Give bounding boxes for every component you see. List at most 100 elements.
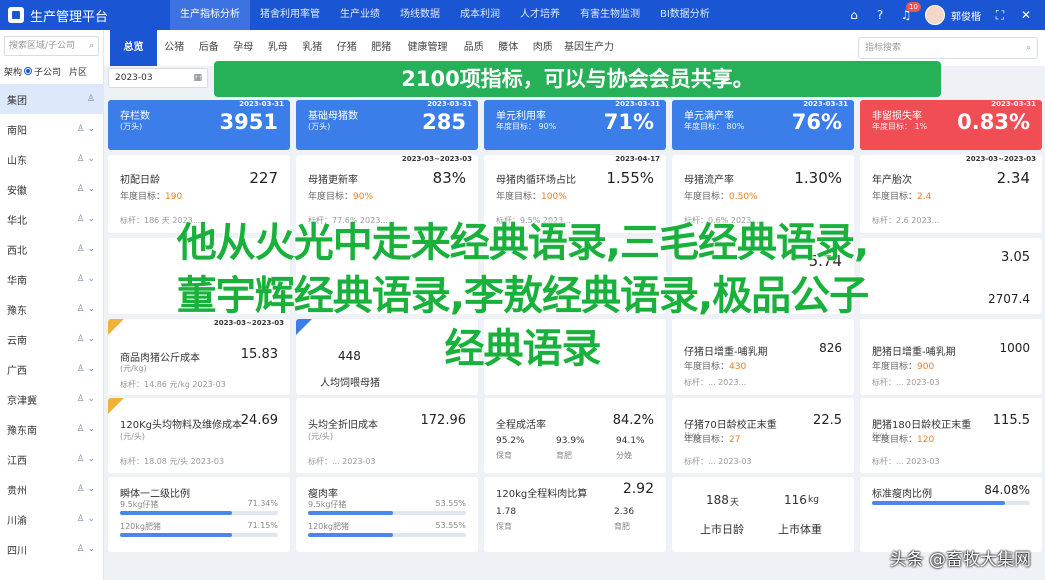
radio-area-label[interactable]: 片区 — [69, 65, 87, 78]
user-chevron-icon[interactable]: ♙ ⌄ — [77, 544, 95, 554]
radio-subsidiary[interactable] — [24, 67, 33, 75]
help-icon[interactable]: ? — [873, 8, 887, 22]
user-chevron-icon[interactable]: ♙ ⌄ — [77, 334, 95, 344]
user-chevron-icon[interactable]: ♙ ⌄ — [77, 454, 95, 464]
metric-card[interactable]: 瘦肉率 9.5kg仔猪 53.55% 120kg肥猪 53.55% — [296, 477, 478, 552]
sidebar-item[interactable]: 南阳 ♙ ⌄ — [0, 114, 103, 144]
metric-card[interactable]: 2023-03~2023-03 商品肉猪公斤成本 (元/kg) 15.83 标杆：14.… — [108, 319, 290, 395]
topnav-item-talent[interactable]: 人才培养 — [510, 0, 570, 30]
metric-card[interactable]: 448 人均饲喂母猪 — [296, 319, 478, 395]
topnav-item-pest-monitor[interactable]: 有害生物监测 — [570, 0, 650, 30]
tab-item[interactable]: 总览 — [110, 30, 157, 66]
avatar — [925, 5, 945, 25]
metric-card[interactable]: 2023-04-17 母猪肉循环场占比 1.55% 年度目标：100% 标杆：9.5% … — [484, 155, 666, 233]
metric-card-obscured[interactable] — [296, 238, 478, 314]
sidebar-item[interactable]: 江西 ♙ ⌄ — [0, 444, 103, 474]
user-chevron-icon[interactable]: ♙ ⌄ — [77, 274, 95, 284]
sidebar-item-label: 山东 — [7, 155, 27, 167]
sidebar-item[interactable]: 豫东南 ♙ ⌄ — [0, 414, 103, 444]
metric-card[interactable]: 仔猪70日龄校正末重 22.5 (kg) 年度目标：27 标杆：... 2023-03 — [672, 398, 854, 473]
kpi-card[interactable]: 2023-03-31 单元利用率 年度目标： 90% 71% — [484, 100, 666, 150]
metric-card[interactable]: 120Kg头均物料及维修成本 24.69 (元/头) 标杆：18.08 元/头 202… — [108, 398, 290, 473]
metric-card[interactable]: 初配日龄 227 年度目标：190 标杆：186 天 2023... — [108, 155, 290, 233]
metric-card-obscured[interactable]: 3.05 2707.4 — [860, 238, 1042, 314]
bar-value: 71.15% — [247, 521, 278, 530]
user-chevron-icon[interactable]: ♙ ⌄ — [77, 184, 95, 194]
kpi-card[interactable]: 2023-03-31 非留损失率 年度目标： 1% 0.83% — [860, 100, 1042, 150]
card-unit: (元/头) — [308, 432, 333, 441]
card-benchmark: 标杆：18.08 元/头 2023-03 — [120, 457, 225, 466]
card-value: 15.83 — [240, 347, 278, 362]
topnav-item-performance[interactable]: 生产业绩 — [330, 0, 390, 30]
metric-card-obscured[interactable] — [108, 238, 290, 314]
metric-card[interactable]: 肥猪日增重-哺乳期 1000 年度目标：900 标杆：... 2023-03 — [860, 319, 1042, 395]
indicator-search-input[interactable]: 指标搜索 ⌕ — [858, 37, 1038, 59]
sidebar-item[interactable]: 豫东 ♙ ⌄ — [0, 294, 103, 324]
card-title: 肥猪180日龄校正末重 — [872, 420, 972, 431]
metric-card-obscured[interactable] — [484, 238, 666, 314]
metric-card[interactable]: 头均全折旧成本 172.96 (元/头) 标杆：... 2023-03 — [296, 398, 478, 473]
region-search-input[interactable]: 搜索区域/子公司 ⌕ — [4, 36, 99, 56]
radio-subsidiary-label[interactable]: 子公司 — [34, 65, 61, 78]
user-chevron-icon[interactable]: ♙ — [87, 94, 95, 104]
kpi-card[interactable]: 2023-03-31 基础母猪数 (万头) 285 — [296, 100, 478, 150]
sidebar-item[interactable]: 京津冀 ♙ ⌄ — [0, 384, 103, 414]
tab-item[interactable]: 公猪 — [157, 30, 192, 66]
metric-card[interactable]: 120kg全程料肉比算 2.92 1.78 保育 2.36 育肥 — [484, 477, 666, 552]
user-chevron-icon[interactable]: ♙ ⌄ — [77, 424, 95, 434]
user-chevron-icon[interactable]: ♙ ⌄ — [77, 214, 95, 224]
sidebar-item[interactable]: 四川 ♙ ⌄ — [0, 534, 103, 564]
kpi-card[interactable]: 2023-03-31 单元满产率 年度目标： 80% 76% — [672, 100, 854, 150]
kpi-card[interactable]: 2023-03-31 存栏数 (万头) 3951 — [108, 100, 290, 150]
sidebar-item[interactable]: 集团 ♙ — [0, 84, 103, 114]
card-title: 非留损失率 — [872, 111, 922, 122]
bar-value: 53.55% — [435, 521, 466, 530]
sidebar-item-label: 华南 — [7, 275, 27, 287]
sidebar-item[interactable]: 贵州 ♙ ⌄ — [0, 474, 103, 504]
fullscreen-icon[interactable]: ⛶ — [993, 8, 1007, 23]
metric-card[interactable]: 标准瘦肉比例 84.08% — [860, 477, 1042, 552]
notification-icon[interactable]: ♫ 10 — [899, 2, 921, 22]
sidebar-item[interactable]: 山东 ♙ ⌄ — [0, 144, 103, 174]
sidebar-item[interactable]: 西北 ♙ ⌄ — [0, 234, 103, 264]
metric-card[interactable]: 188 天 116 kg 上市日龄 上市体重 — [672, 477, 854, 552]
user-chevron-icon[interactable]: ♙ ⌄ — [77, 484, 95, 494]
user-chevron-icon[interactable]: ♙ ⌄ — [77, 124, 95, 134]
topnav-item-cost-profit[interactable]: 成本利润 — [450, 0, 510, 30]
topnav-item-production-index[interactable]: 生产指标分析 — [170, 0, 250, 30]
date-picker[interactable]: 2023-03 ▦ — [108, 68, 208, 88]
metric-card-obscured[interactable]: 5.74 — [672, 238, 854, 314]
metric-card[interactable]: 仔猪日增重-哺乳期 826 年度目标：430 标杆：... 2023... — [672, 319, 854, 395]
user-chevron-icon[interactable]: ♙ ⌄ — [77, 154, 95, 164]
card-date: 2023-03-31 — [427, 100, 472, 108]
home-icon[interactable]: ⌂ — [847, 8, 861, 22]
sidebar-item[interactable]: 华北 ♙ ⌄ — [0, 204, 103, 234]
topnav-item-farm-data[interactable]: 场线数据 — [390, 0, 450, 30]
bar-label: 9.5kg仔猪 — [308, 500, 347, 509]
metric-card[interactable]: 2023-03~2023-03 年产胎次 2.34 年度目标：2.4 标杆：2.6 20… — [860, 155, 1042, 233]
metric-card[interactable]: 全程成活率 84.2% 95.2% 保育 93.9% 育肥 94.1% 分娩 — [484, 398, 666, 473]
sidebar-item[interactable]: 安徽 ♙ ⌄ — [0, 174, 103, 204]
close-icon[interactable]: ✕ — [1019, 8, 1033, 22]
card-title: 仔猪日增重-哺乳期 — [684, 347, 768, 358]
metric-card[interactable]: 母猪流产率 1.30% 年度目标：0.50% 标杆：0.6% 2023... — [672, 155, 854, 233]
user-chevron-icon[interactable]: ♙ ⌄ — [77, 304, 95, 314]
user-chevron-icon[interactable]: ♙ ⌄ — [77, 394, 95, 404]
card-benchmark: 标杆：... 2023-03 — [872, 457, 940, 466]
sidebar-item[interactable]: 华南 ♙ ⌄ — [0, 264, 103, 294]
user-chevron-icon[interactable]: ♙ ⌄ — [77, 244, 95, 254]
user-chevron-icon[interactable]: ♙ ⌄ — [77, 364, 95, 374]
card-value: 84.2% — [612, 413, 654, 428]
metric-card[interactable]: 瞬体一二级比例 9.5kg仔猪 71.34% 120kg肥猪 71.15% — [108, 477, 290, 552]
metric-card[interactable]: 2023-03~2023-03 母猪更新率 83% 年度目标：90% 标杆：77.6% … — [296, 155, 478, 233]
sidebar-item[interactable]: 川渝 ♙ ⌄ — [0, 504, 103, 534]
sidebar-item[interactable]: 云南 ♙ ⌄ — [0, 324, 103, 354]
brand[interactable]: 生产管理平台 — [0, 6, 170, 25]
user-chevron-icon[interactable]: ♙ ⌄ — [77, 514, 95, 524]
sidebar-item[interactable]: 广西 ♙ ⌄ — [0, 354, 103, 384]
metric-card[interactable]: 肥猪180日龄校正末重 115.5 (kg) 年度目标：120 标杆：... 2023-… — [860, 398, 1042, 473]
user-menu[interactable]: 郭俊楷 — [925, 5, 981, 25]
topnav-item-house-utilization[interactable]: 猪舍利用率管 — [250, 0, 330, 30]
metric-card[interactable] — [484, 319, 666, 395]
topnav-item-bi-analysis[interactable]: BI数据分析 — [650, 0, 720, 30]
